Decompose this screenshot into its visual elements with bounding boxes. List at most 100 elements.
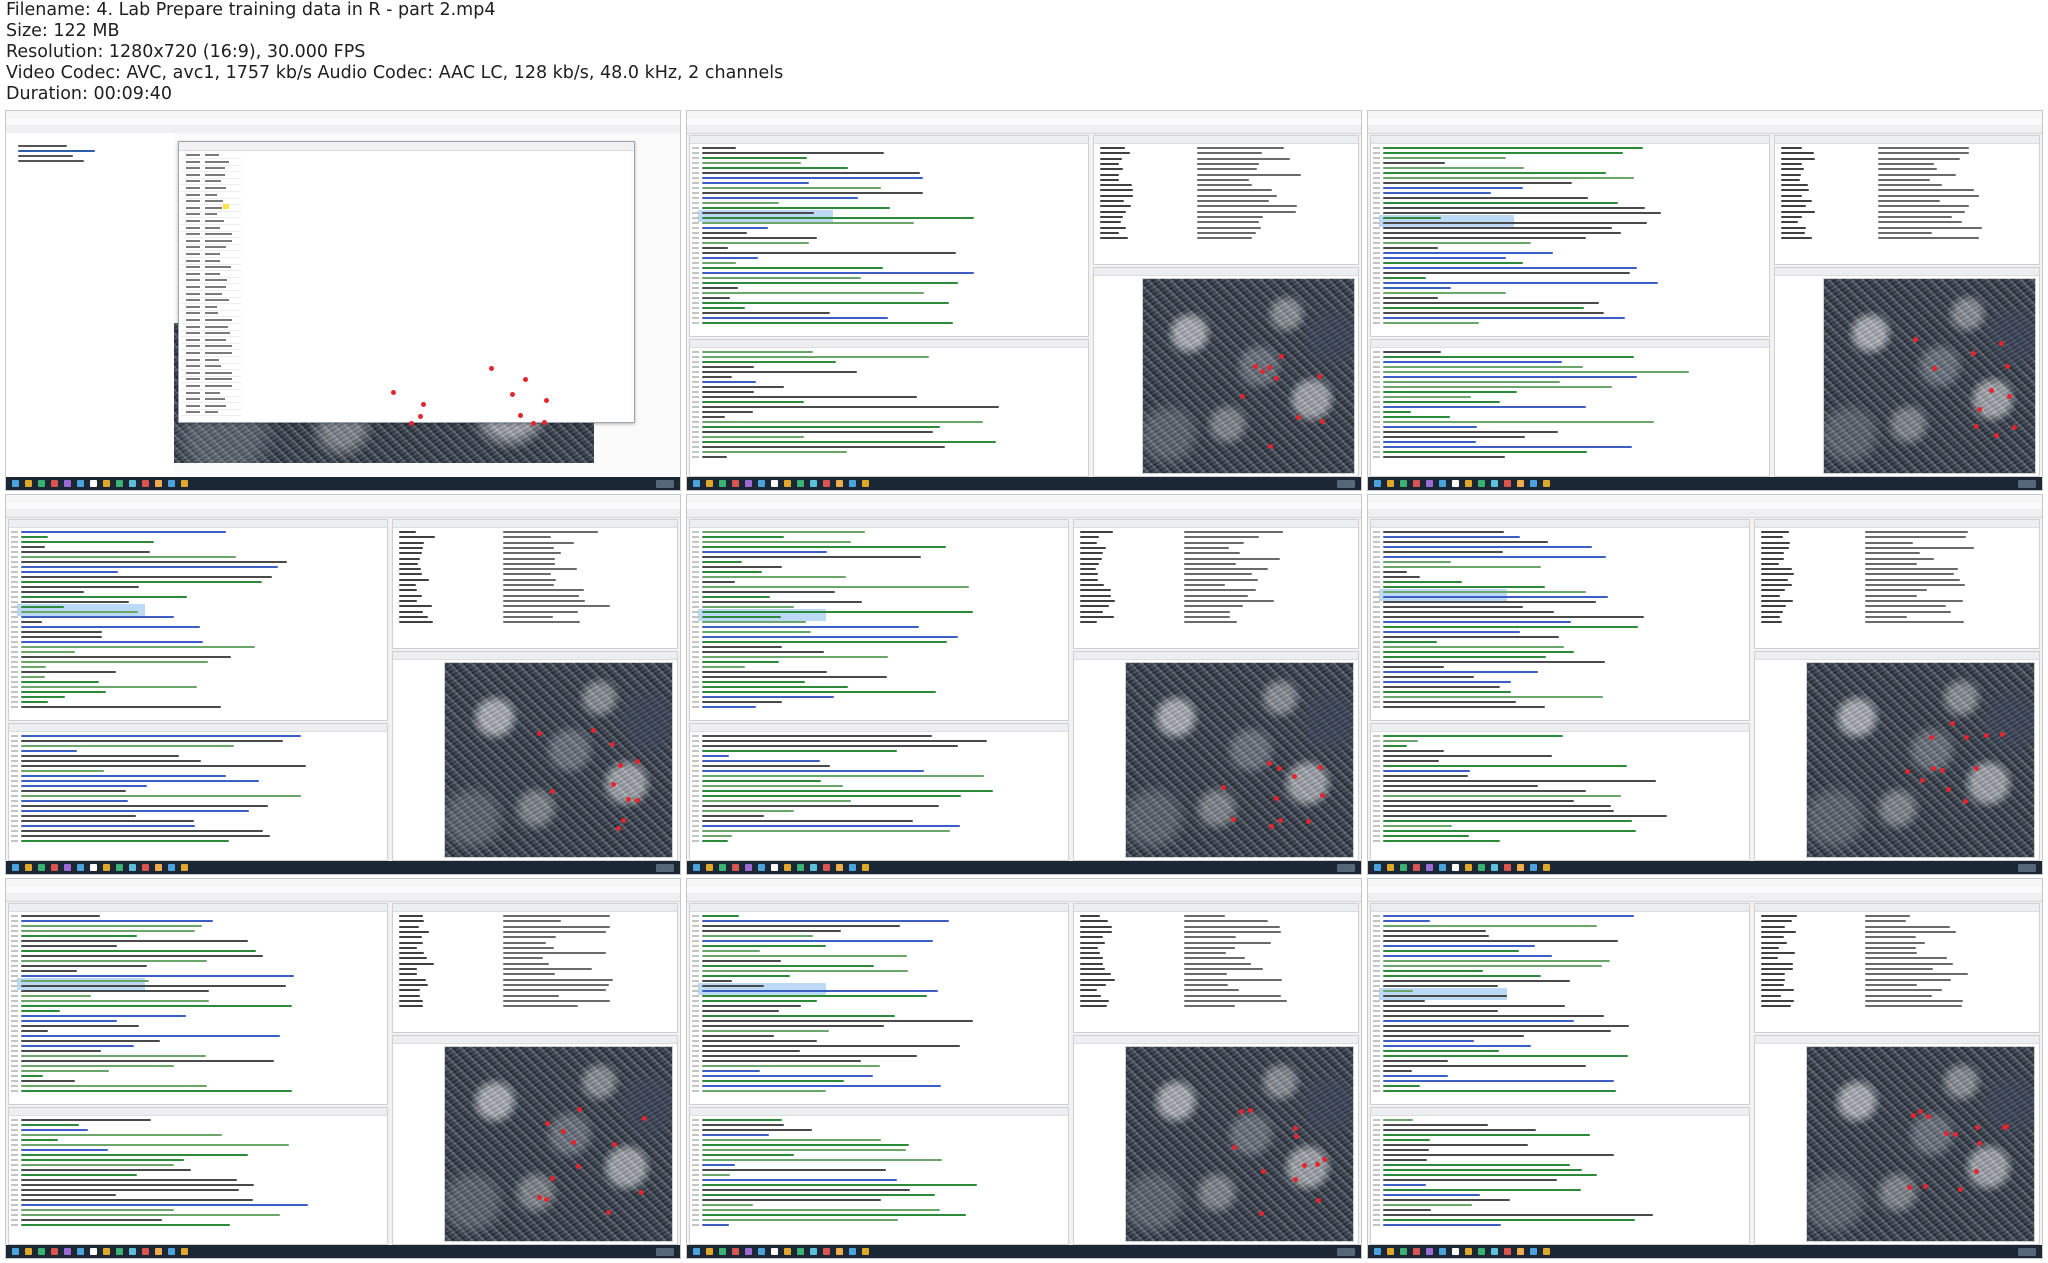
taskbar-app-icon[interactable]: [1413, 1248, 1420, 1255]
editor-tabs[interactable]: [9, 520, 387, 528]
layer-item[interactable]: [18, 150, 96, 152]
taskbar-app-icon[interactable]: [1387, 1248, 1394, 1255]
taskbar-app-icon[interactable]: [168, 864, 175, 871]
toolbar[interactable]: [687, 893, 1361, 902]
taskbar-app-icon[interactable]: [116, 864, 123, 871]
environment-tabs[interactable]: [1775, 136, 2039, 144]
taskbar-app-icon[interactable]: [693, 480, 700, 487]
layer-item[interactable]: [18, 160, 85, 162]
taskbar-app-icon[interactable]: [1452, 864, 1459, 871]
taskbar-app-icon[interactable]: [849, 1248, 856, 1255]
plots-tabs[interactable]: [393, 651, 677, 660]
taskbar-app-icon[interactable]: [168, 480, 175, 487]
taskbar-app-icon[interactable]: [810, 864, 817, 871]
taskbar-app-icon[interactable]: [1517, 1248, 1524, 1255]
taskbar-app-icon[interactable]: [129, 1248, 136, 1255]
toolbar[interactable]: [687, 125, 1361, 134]
taskbar-app-icon[interactable]: [836, 1248, 843, 1255]
taskbar-app-icon[interactable]: [12, 1248, 19, 1255]
console-tabs[interactable]: [9, 1107, 387, 1116]
video-thumbnail[interactable]: [1367, 878, 2043, 1259]
taskbar-app-icon[interactable]: [38, 480, 45, 487]
taskbar-app-icon[interactable]: [103, 1248, 110, 1255]
taskbar-app-icon[interactable]: [116, 1248, 123, 1255]
taskbar-app-icon[interactable]: [1465, 1248, 1472, 1255]
plots-tabs[interactable]: [1775, 267, 2039, 276]
taskbar-app-icon[interactable]: [1426, 1248, 1433, 1255]
taskbar-app-icon[interactable]: [823, 864, 830, 871]
taskbar-app-icon[interactable]: [758, 480, 765, 487]
taskbar-app-icon[interactable]: [142, 864, 149, 871]
toolbar[interactable]: [6, 509, 680, 518]
environment-pane[interactable]: [1073, 903, 1359, 1033]
toolbar[interactable]: [1368, 125, 2042, 134]
taskbar-app-icon[interactable]: [732, 1248, 739, 1255]
taskbar-app-icon[interactable]: [836, 864, 843, 871]
taskbar-app-icon[interactable]: [823, 1248, 830, 1255]
taskbar-app-icon[interactable]: [862, 1248, 869, 1255]
editor-tabs[interactable]: [1371, 520, 1749, 528]
taskbar-app-icon[interactable]: [38, 1248, 45, 1255]
console-pane[interactable]: [689, 338, 1089, 477]
console-tabs[interactable]: [1371, 723, 1749, 732]
taskbar-app-icon[interactable]: [706, 480, 713, 487]
taskbar-app-icon[interactable]: [758, 864, 765, 871]
taskbar-app-icon[interactable]: [1400, 864, 1407, 871]
taskbar-app-icon[interactable]: [1452, 1248, 1459, 1255]
plots-tabs[interactable]: [393, 1035, 677, 1044]
attribute-table-window[interactable]: [178, 141, 635, 423]
taskbar-app-icon[interactable]: [810, 1248, 817, 1255]
video-thumbnail[interactable]: [1367, 494, 2043, 875]
taskbar-app-icon[interactable]: [1504, 1248, 1511, 1255]
console-pane[interactable]: [689, 1106, 1069, 1245]
plots-tabs[interactable]: [1755, 651, 2039, 660]
environment-tabs[interactable]: [1755, 904, 2039, 912]
taskbar-app-icon[interactable]: [1439, 480, 1446, 487]
taskbar-app-icon[interactable]: [1491, 1248, 1498, 1255]
plots-pane[interactable]: [392, 1034, 678, 1245]
taskbar-app-icon[interactable]: [719, 864, 726, 871]
editor-tabs[interactable]: [690, 520, 1068, 528]
editor-tabs[interactable]: [9, 904, 387, 912]
taskbar-app-icon[interactable]: [797, 864, 804, 871]
taskbar-app-icon[interactable]: [116, 480, 123, 487]
taskbar-app-icon[interactable]: [719, 1248, 726, 1255]
video-thumbnail[interactable]: [686, 878, 1362, 1259]
taskbar-app-icon[interactable]: [1426, 864, 1433, 871]
taskbar-app-icon[interactable]: [771, 864, 778, 871]
taskbar-app-icon[interactable]: [745, 864, 752, 871]
taskbar-app-icon[interactable]: [1478, 480, 1485, 487]
taskbar-app-icon[interactable]: [797, 1248, 804, 1255]
console-tabs[interactable]: [1371, 339, 1769, 348]
table-row[interactable]: [181, 409, 241, 417]
layers-panel[interactable]: [6, 133, 175, 477]
editor-tabs[interactable]: [1371, 136, 1769, 144]
source-editor[interactable]: [1370, 135, 1770, 337]
plots-pane[interactable]: [1754, 1034, 2040, 1245]
console-pane[interactable]: [1370, 722, 1750, 861]
taskbar-app-icon[interactable]: [1465, 480, 1472, 487]
taskbar-app-icon[interactable]: [732, 480, 739, 487]
plots-tabs[interactable]: [1074, 1035, 1358, 1044]
taskbar-app-icon[interactable]: [706, 864, 713, 871]
taskbar-app-icon[interactable]: [129, 864, 136, 871]
environment-pane[interactable]: [392, 519, 678, 649]
source-editor[interactable]: [689, 519, 1069, 721]
taskbar-app-icon[interactable]: [77, 1248, 84, 1255]
taskbar-app-icon[interactable]: [732, 864, 739, 871]
taskbar-app-icon[interactable]: [810, 480, 817, 487]
taskbar-app-icon[interactable]: [1530, 864, 1537, 871]
taskbar-app-icon[interactable]: [64, 864, 71, 871]
taskbar-app-icon[interactable]: [64, 1248, 71, 1255]
taskbar-app-icon[interactable]: [155, 864, 162, 871]
taskbar-app-icon[interactable]: [758, 1248, 765, 1255]
taskbar-app-icon[interactable]: [862, 864, 869, 871]
taskbar-app-icon[interactable]: [103, 480, 110, 487]
taskbar-app-icon[interactable]: [1543, 864, 1550, 871]
taskbar-app-icon[interactable]: [1387, 864, 1394, 871]
taskbar-app-icon[interactable]: [1452, 480, 1459, 487]
editor-tabs[interactable]: [690, 904, 1068, 912]
video-thumbnail[interactable]: [1367, 110, 2043, 491]
environment-pane[interactable]: [1754, 903, 2040, 1033]
taskbar-app-icon[interactable]: [1413, 864, 1420, 871]
